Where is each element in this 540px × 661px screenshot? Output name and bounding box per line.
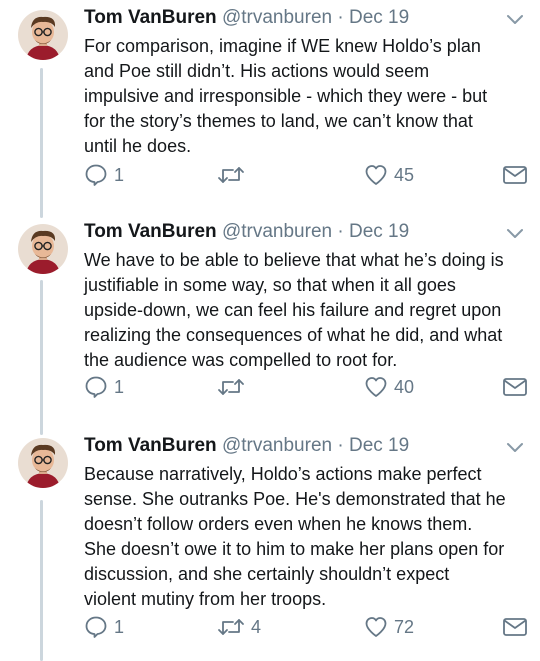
avatar[interactable]: [18, 10, 68, 60]
retweet-button[interactable]: [217, 163, 251, 187]
chevron-down-icon[interactable]: [504, 222, 526, 244]
tweet-header: Tom VanBuren @trvanburen · Dec 19: [84, 6, 409, 30]
text-line: doesn’t follow orders even when he knows…: [84, 514, 473, 534]
retweet-icon: [218, 167, 244, 183]
heart-icon: [365, 377, 387, 397]
reply-count: 1: [114, 165, 125, 185]
text-line: She doesn’t owe it to him to make her pl…: [84, 539, 505, 559]
reply-icon: [85, 616, 107, 638]
envelope-icon: [503, 618, 527, 636]
action-bar: 1 45: [84, 163, 530, 187]
avatar[interactable]: [18, 438, 68, 488]
chevron-down-icon[interactable]: [504, 436, 526, 458]
text-line: For comparison, imagine if WE knew Holdo…: [84, 36, 481, 56]
message-button[interactable]: [502, 163, 528, 187]
separator-dot: ·: [337, 435, 344, 456]
reply-count: 1: [114, 377, 125, 397]
like-count: 72: [394, 617, 415, 637]
user-handle[interactable]: @trvanburen: [222, 7, 332, 28]
like-count: 45: [394, 165, 415, 185]
text-line: justifiable in some way, so that when it…: [84, 275, 456, 295]
text-line: impulsive and irresponsible - which they…: [84, 86, 488, 106]
reply-icon: [85, 164, 107, 186]
retweet-icon: [218, 379, 244, 395]
tweet[interactable]: Tom VanBuren @trvanburen · Dec 19 Becaus…: [0, 434, 540, 654]
separator-dot: ·: [337, 221, 344, 242]
message-button[interactable]: [502, 375, 528, 399]
reply-count: 1: [114, 617, 125, 637]
separator-dot: ·: [337, 7, 344, 28]
tweet-date[interactable]: Dec 19: [349, 435, 409, 456]
user-handle[interactable]: @trvanburen: [222, 435, 332, 456]
text-line: until he does.: [84, 136, 192, 156]
text-line: realizing the consequences of what he di…: [84, 325, 503, 345]
reply-button[interactable]: 1: [84, 163, 124, 187]
action-bar: 1 4 72: [84, 615, 530, 639]
reply-icon: [85, 376, 107, 398]
text-line: upside-down, we can feel his failure and…: [84, 300, 502, 320]
envelope-icon: [503, 166, 527, 184]
tweet-text: We have to be able to believe that what …: [84, 248, 532, 373]
display-name[interactable]: Tom VanBuren: [84, 435, 217, 456]
retweet-count: 4: [251, 617, 262, 637]
text-line: for the story’s themes to land, we can’t…: [84, 111, 473, 131]
reply-button[interactable]: 1: [84, 375, 124, 399]
text-line: violent mutiny from her troops.: [84, 589, 327, 609]
display-name[interactable]: Tom VanBuren: [84, 221, 217, 242]
message-button[interactable]: [502, 615, 528, 639]
tweet[interactable]: Tom VanBuren @trvanburen · Dec 19 For co…: [0, 6, 540, 196]
text-line: discussion, and she certainly shouldn’t …: [84, 564, 450, 584]
like-button[interactable]: 40: [364, 375, 414, 399]
tweet[interactable]: Tom VanBuren @trvanburen · Dec 19 We hav…: [0, 220, 540, 410]
like-count: 40: [394, 377, 415, 397]
like-button[interactable]: 45: [364, 163, 414, 187]
heart-icon: [365, 165, 387, 185]
avatar[interactable]: [18, 224, 68, 274]
reply-button[interactable]: 1: [84, 615, 124, 639]
user-handle[interactable]: @trvanburen: [222, 221, 332, 242]
text-line: the audience was compelled to root for.: [84, 350, 398, 370]
envelope-icon: [503, 378, 527, 396]
retweet-button[interactable]: [217, 375, 251, 399]
action-bar: 1 40: [84, 375, 530, 399]
text-line: sense. She outranks Poe. He's demonstrat…: [84, 489, 506, 509]
like-button[interactable]: 72: [364, 615, 414, 639]
tweet-text: Because narratively, Holdo’s actions mak…: [84, 462, 532, 612]
display-name[interactable]: Tom VanBuren: [84, 7, 217, 28]
retweet-button[interactable]: 4: [217, 615, 261, 639]
text-line: We have to be able to believe that what …: [84, 250, 504, 270]
text-line: and Poe still didn’t. His actions would …: [84, 61, 430, 81]
tweet-text: For comparison, imagine if WE knew Holdo…: [84, 34, 532, 159]
tweet-header: Tom VanBuren @trvanburen · Dec 19: [84, 434, 409, 458]
chevron-down-icon[interactable]: [504, 8, 526, 30]
tweet-date[interactable]: Dec 19: [349, 221, 409, 242]
text-line: Because narratively, Holdo’s actions mak…: [84, 464, 482, 484]
tweet-date[interactable]: Dec 19: [349, 7, 409, 28]
heart-icon: [365, 617, 387, 637]
retweet-icon: [218, 619, 244, 635]
tweet-header: Tom VanBuren @trvanburen · Dec 19: [84, 220, 409, 244]
